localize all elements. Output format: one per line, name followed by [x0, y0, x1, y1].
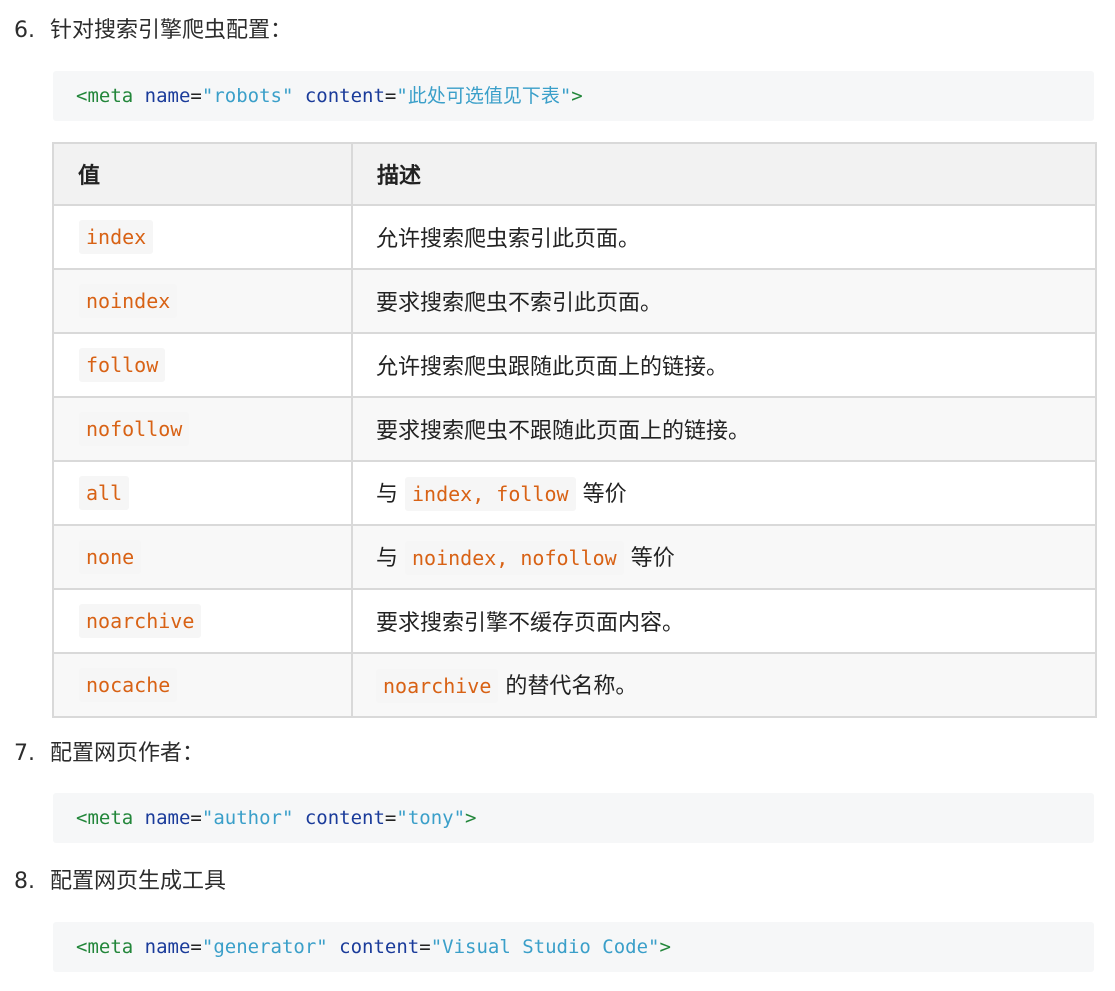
code-attr-value: "author"	[201, 807, 294, 829]
code-attr-content: content	[339, 936, 420, 958]
code-block-robots: <meta name="robots" content="此处可选值见下表">	[53, 71, 1094, 121]
value-code: index	[79, 220, 154, 254]
code-attr-value: "generator"	[201, 936, 328, 958]
value-code: nofollow	[79, 412, 190, 446]
code-attr-name: name	[144, 85, 191, 107]
list-item-7-title: 7. 配置网页作者：	[14, 739, 204, 769]
table-header-description: 描述	[351, 142, 1097, 206]
table-header-row: 值 描述	[52, 142, 1097, 206]
list-number: 7.	[14, 741, 35, 766]
code-content-value: "Visual Studio Code"	[430, 936, 660, 958]
code-attr-name: name	[144, 936, 191, 958]
inline-code: index, follow	[405, 476, 576, 511]
code-tag-close: >	[659, 936, 671, 958]
table-row: all 与 index, follow 等价	[52, 460, 1097, 526]
value-code: follow	[79, 348, 166, 382]
list-item-6-title: 6. 针对搜索引擎爬虫配置：	[14, 16, 292, 46]
code-attr-content: content	[304, 807, 385, 829]
code-tag-open: <meta	[76, 936, 134, 958]
description-cell: 允许搜索爬虫跟随此页面上的链接。	[351, 332, 1097, 398]
description-suffix: 等价	[582, 481, 627, 507]
description-cell: 要求搜索引擎不缓存页面内容。	[351, 588, 1097, 654]
table-row: index 允许搜索爬虫索引此页面。	[52, 204, 1097, 270]
section-title: 配置网页作者：	[50, 741, 205, 766]
table-row: nofollow 要求搜索爬虫不跟随此页面上的链接。	[52, 396, 1097, 462]
list-number: 6.	[14, 18, 35, 43]
code-content-value: "tony"	[396, 807, 466, 829]
code-tag-open: <meta	[76, 85, 134, 107]
list-item-8-title: 8. 配置网页生成工具	[14, 867, 226, 897]
description-suffix: 的替代名称。	[505, 673, 638, 699]
value-code: noarchive	[79, 604, 202, 638]
section-title: 针对搜索引擎爬虫配置：	[50, 18, 293, 43]
code-block-author: <meta name="author" content="tony">	[53, 793, 1094, 843]
description-cell: 要求搜索爬虫不跟随此页面上的链接。	[351, 396, 1097, 462]
description-prefix: 与	[376, 545, 399, 571]
value-code: nocache	[79, 668, 178, 702]
table-header-value: 值	[52, 142, 353, 206]
code-tag-close: >	[571, 85, 583, 107]
code-tag-close: >	[465, 807, 477, 829]
description-cell: 允许搜索爬虫索引此页面。	[351, 204, 1097, 270]
description-prefix: 与	[376, 481, 399, 507]
code-block-generator: <meta name="generator" content="Visual S…	[53, 922, 1094, 972]
description-suffix: 等价	[630, 545, 675, 571]
code-attr-content: content	[304, 85, 385, 107]
description-cell: 要求搜索爬虫不索引此页面。	[351, 268, 1097, 334]
code-content-value: "此处可选值见下表"	[396, 85, 572, 107]
table-row: none 与 noindex, nofollow 等价	[52, 524, 1097, 590]
table-row: noarchive 要求搜索引擎不缓存页面内容。	[52, 588, 1097, 654]
code-tag-open: <meta	[76, 807, 134, 829]
list-number: 8.	[14, 869, 35, 894]
description-cell: noarchive 的替代名称。	[351, 652, 1097, 718]
value-code: none	[79, 540, 142, 574]
table-row: follow 允许搜索爬虫跟随此页面上的链接。	[52, 332, 1097, 398]
inline-code: noindex, nofollow	[405, 540, 624, 575]
description-cell: 与 index, follow 等价	[351, 460, 1097, 526]
section-title: 配置网页生成工具	[50, 869, 227, 894]
value-code: noindex	[79, 284, 178, 318]
robots-values-table: 值 描述 index 允许搜索爬虫索引此页面。 noindex 要求搜索爬虫不索…	[52, 142, 1097, 718]
table-row: noindex 要求搜索爬虫不索引此页面。	[52, 268, 1097, 334]
description-cell: 与 noindex, nofollow 等价	[351, 524, 1097, 590]
inline-code: noarchive	[376, 668, 499, 703]
code-attr-name: name	[144, 807, 191, 829]
code-attr-value: "robots"	[201, 85, 294, 107]
value-code: all	[79, 476, 130, 510]
table-row: nocache noarchive 的替代名称。	[52, 652, 1097, 718]
